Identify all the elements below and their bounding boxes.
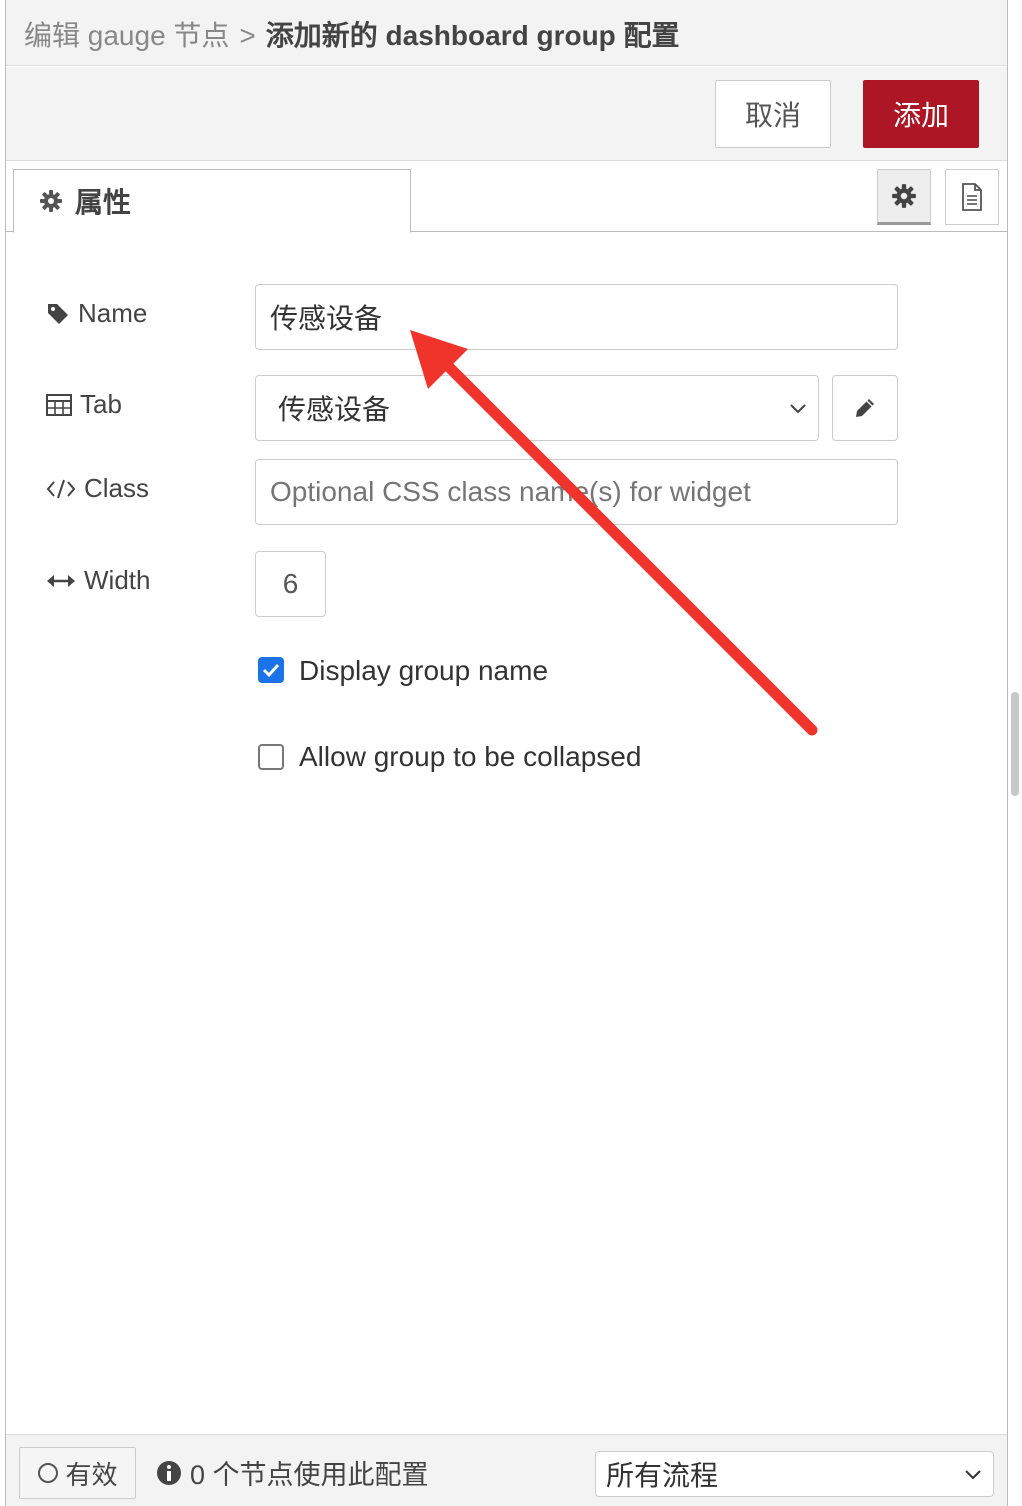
name-label-text: Name: [78, 298, 148, 328]
usage-info: 0 个节点使用此配置: [156, 1453, 429, 1492]
edit-tab-button[interactable]: [832, 375, 898, 441]
description-tab-button[interactable]: [945, 169, 999, 225]
cancel-button[interactable]: 取消: [715, 80, 831, 148]
tab-properties[interactable]: 属性: [13, 169, 411, 233]
breadcrumb: 编辑 gauge 节点 > 添加新的 dashboard group 配置: [6, 0, 1007, 66]
class-label: Class: [46, 473, 149, 504]
arrows-h-icon: [46, 573, 76, 589]
chevron-down-icon: [788, 398, 808, 418]
chevron-down-icon: [963, 1464, 983, 1484]
settings-tab-button[interactable]: [877, 169, 931, 225]
name-input[interactable]: 传感设备: [255, 284, 898, 350]
scope-select[interactable]: 所有流程: [595, 1451, 994, 1497]
add-button[interactable]: 添加: [863, 80, 979, 148]
gear-icon: [39, 189, 63, 213]
breadcrumb-previous[interactable]: 编辑 gauge 节点: [24, 20, 229, 51]
pencil-icon: [853, 396, 877, 420]
valid-label: 有效: [65, 1459, 118, 1490]
class-input[interactable]: [255, 459, 898, 525]
name-label: Name: [46, 298, 147, 329]
tag-icon: [46, 302, 70, 326]
checkmark-icon: [262, 663, 280, 678]
document-icon: [960, 183, 984, 211]
class-label-text: Class: [84, 473, 150, 503]
edit-config-panel: 编辑 gauge 节点 > 添加新的 dashboard group 配置 取消 添…: [5, 0, 1008, 1506]
width-label: Width: [46, 565, 150, 596]
tab-properties-label: 属性: [75, 187, 132, 218]
display-group-name-label[interactable]: Display group name: [299, 655, 548, 687]
tab-select-value: 传感设备: [278, 394, 391, 425]
tab-label-text: Tab: [80, 389, 122, 419]
tab-bar: 属性: [6, 162, 1007, 233]
scope-select-value: 所有流程: [606, 1460, 719, 1491]
gear-icon: [891, 183, 917, 209]
allow-collapse-label[interactable]: Allow group to be collapsed: [299, 741, 641, 773]
usage-text: 0 个节点使用此配置: [190, 1460, 429, 1490]
valid-toggle-button[interactable]: 有效: [19, 1447, 136, 1499]
breadcrumb-separator: >: [239, 20, 256, 51]
width-size-picker[interactable]: 6: [255, 551, 326, 617]
table-icon: [46, 393, 72, 416]
scrollbar-thumb[interactable]: [1011, 692, 1019, 796]
display-group-name-checkbox[interactable]: [258, 657, 284, 683]
dialog-footer: 有效 0 个节点使用此配置 所有流程: [6, 1434, 1007, 1506]
width-label-text: Width: [84, 565, 151, 595]
circle-icon: [37, 1462, 59, 1484]
dialog-toolbar: 取消 添加: [6, 67, 1007, 161]
breadcrumb-current: 添加新的 dashboard group 配置: [265, 20, 680, 51]
allow-collapse-checkbox[interactable]: [258, 744, 284, 770]
tab-label: Tab: [46, 389, 122, 420]
info-icon: [156, 1460, 182, 1486]
code-icon: [46, 478, 76, 500]
tab-select[interactable]: 传感设备: [255, 375, 819, 441]
